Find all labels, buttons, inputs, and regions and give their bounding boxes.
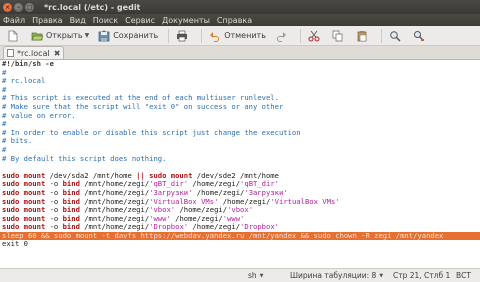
gedit-window: × – □ *rc.local (/etc) - gedit Файл Прав… bbox=[0, 0, 480, 282]
tab-rc-local[interactable]: *rc.local ✖ bbox=[3, 46, 65, 59]
text-editor[interactable]: #!/bin/sh -e # # rc.local # # This script is… bbox=[0, 60, 480, 268]
undo-button[interactable]: Отменить bbox=[206, 28, 269, 44]
open-button[interactable]: Открыть ▼ bbox=[28, 28, 92, 44]
open-label: Открыть bbox=[46, 31, 83, 40]
toolbar: Открыть ▼ Сохранить Отменить bbox=[0, 26, 480, 46]
menu-tools[interactable]: Сервис bbox=[125, 16, 155, 25]
save-button[interactable]: Сохранить bbox=[95, 28, 161, 44]
copy-button[interactable] bbox=[329, 28, 350, 44]
menu-edit[interactable]: Правка bbox=[32, 16, 62, 25]
insert-mode: ВСТ bbox=[456, 271, 471, 280]
menu-search[interactable]: Поиск bbox=[93, 16, 118, 25]
code-token: # By default this script does nothing. bbox=[2, 153, 167, 163]
minimize-window-button[interactable]: – bbox=[14, 2, 23, 12]
search-icon bbox=[390, 30, 401, 42]
find-replace-button[interactable] bbox=[410, 28, 431, 44]
cut-button[interactable] bbox=[305, 28, 326, 44]
toolbar-separator bbox=[168, 28, 170, 43]
title-bar: × – □ *rc.local (/etc) - gedit bbox=[0, 0, 480, 14]
tab-width-label: Ширина табуляции: 8 bbox=[290, 271, 377, 280]
tab-width-dropdown-icon: ▼ bbox=[379, 272, 384, 279]
save-icon bbox=[98, 29, 110, 41]
syntax-mode-label: sh bbox=[248, 271, 257, 280]
code-line[interactable]: # By default this script does nothing. bbox=[0, 153, 480, 164]
open-dropdown-arrow-icon[interactable]: ▼ bbox=[85, 32, 90, 39]
code-line[interactable]: # bits. bbox=[0, 137, 480, 146]
tab-label: *rc.local bbox=[17, 48, 50, 58]
find-replace-icon bbox=[413, 30, 424, 41]
code-token: 'VirtualBox VMs' bbox=[270, 196, 340, 206]
folder-open-icon bbox=[31, 32, 43, 40]
new-document-icon bbox=[8, 30, 18, 41]
code-line[interactable]: # In order to enable or disable this scr… bbox=[0, 127, 480, 138]
redo-button[interactable] bbox=[272, 28, 293, 44]
tab-close-icon[interactable]: ✖ bbox=[54, 49, 61, 58]
menu-view[interactable]: Вид bbox=[70, 16, 86, 25]
code-line[interactable]: # rc.local bbox=[0, 76, 480, 86]
redo-icon bbox=[276, 31, 286, 42]
code-token: # bits. bbox=[2, 136, 33, 146]
menu-file[interactable]: Файл bbox=[3, 16, 25, 25]
toolbar-separator bbox=[299, 28, 301, 43]
menu-bar: Файл Правка Вид Поиск Сервис Документы С… bbox=[0, 14, 480, 26]
code-token: # rc.local bbox=[2, 76, 46, 86]
toolbar-separator bbox=[201, 28, 203, 43]
code-token: exit 0 bbox=[2, 239, 28, 249]
toolbar-separator bbox=[380, 28, 382, 43]
code-line[interactable]: #!/bin/sh -e bbox=[0, 60, 480, 69]
code-token: #!/bin/sh -e bbox=[2, 60, 54, 68]
code-line[interactable]: exit 0 bbox=[0, 240, 480, 249]
copy-icon bbox=[332, 30, 343, 41]
undo-icon bbox=[210, 31, 220, 42]
save-label: Сохранить bbox=[113, 31, 159, 40]
new-document-button[interactable] bbox=[4, 28, 25, 44]
status-bar: sh ▼ Ширина табуляции: 8 ▼ Стр 21, Стлб … bbox=[0, 268, 480, 282]
code-line[interactable]: # bbox=[0, 68, 480, 78]
code-line-selected[interactable]: sleep 60 && sudo mount -t davfs https://… bbox=[0, 230, 480, 241]
undo-label: Отменить bbox=[224, 31, 266, 40]
close-window-button[interactable]: × bbox=[3, 2, 12, 12]
window-title: *rc.local (/etc) - gedit bbox=[44, 2, 141, 12]
paste-icon bbox=[357, 30, 367, 41]
code-line[interactable]: # value on error. bbox=[0, 110, 480, 121]
scissors-icon bbox=[308, 30, 320, 41]
code-token: # value on error. bbox=[2, 110, 76, 120]
print-button[interactable] bbox=[173, 28, 194, 44]
find-button[interactable] bbox=[386, 28, 407, 44]
document-icon bbox=[7, 49, 14, 57]
code-token: sleep 60 && sudo mount -t davfs https://… bbox=[2, 230, 444, 240]
paste-button[interactable] bbox=[353, 28, 374, 44]
code-token: # In order to enable or disable this scr… bbox=[2, 127, 301, 137]
syntax-dropdown-icon: ▼ bbox=[259, 272, 264, 279]
tab-width-selector[interactable]: Ширина табуляции: 8 ▼ bbox=[290, 271, 383, 280]
menu-documents[interactable]: Документы bbox=[162, 16, 210, 25]
cursor-position: Стр 21, Стлб 1 bbox=[393, 271, 451, 280]
printer-icon bbox=[177, 30, 188, 41]
tab-bar: *rc.local ✖ bbox=[0, 46, 480, 60]
menu-help[interactable]: Справка bbox=[217, 16, 252, 25]
maximize-window-button[interactable]: □ bbox=[25, 2, 34, 12]
syntax-mode-selector[interactable]: sh ▼ bbox=[248, 271, 264, 280]
